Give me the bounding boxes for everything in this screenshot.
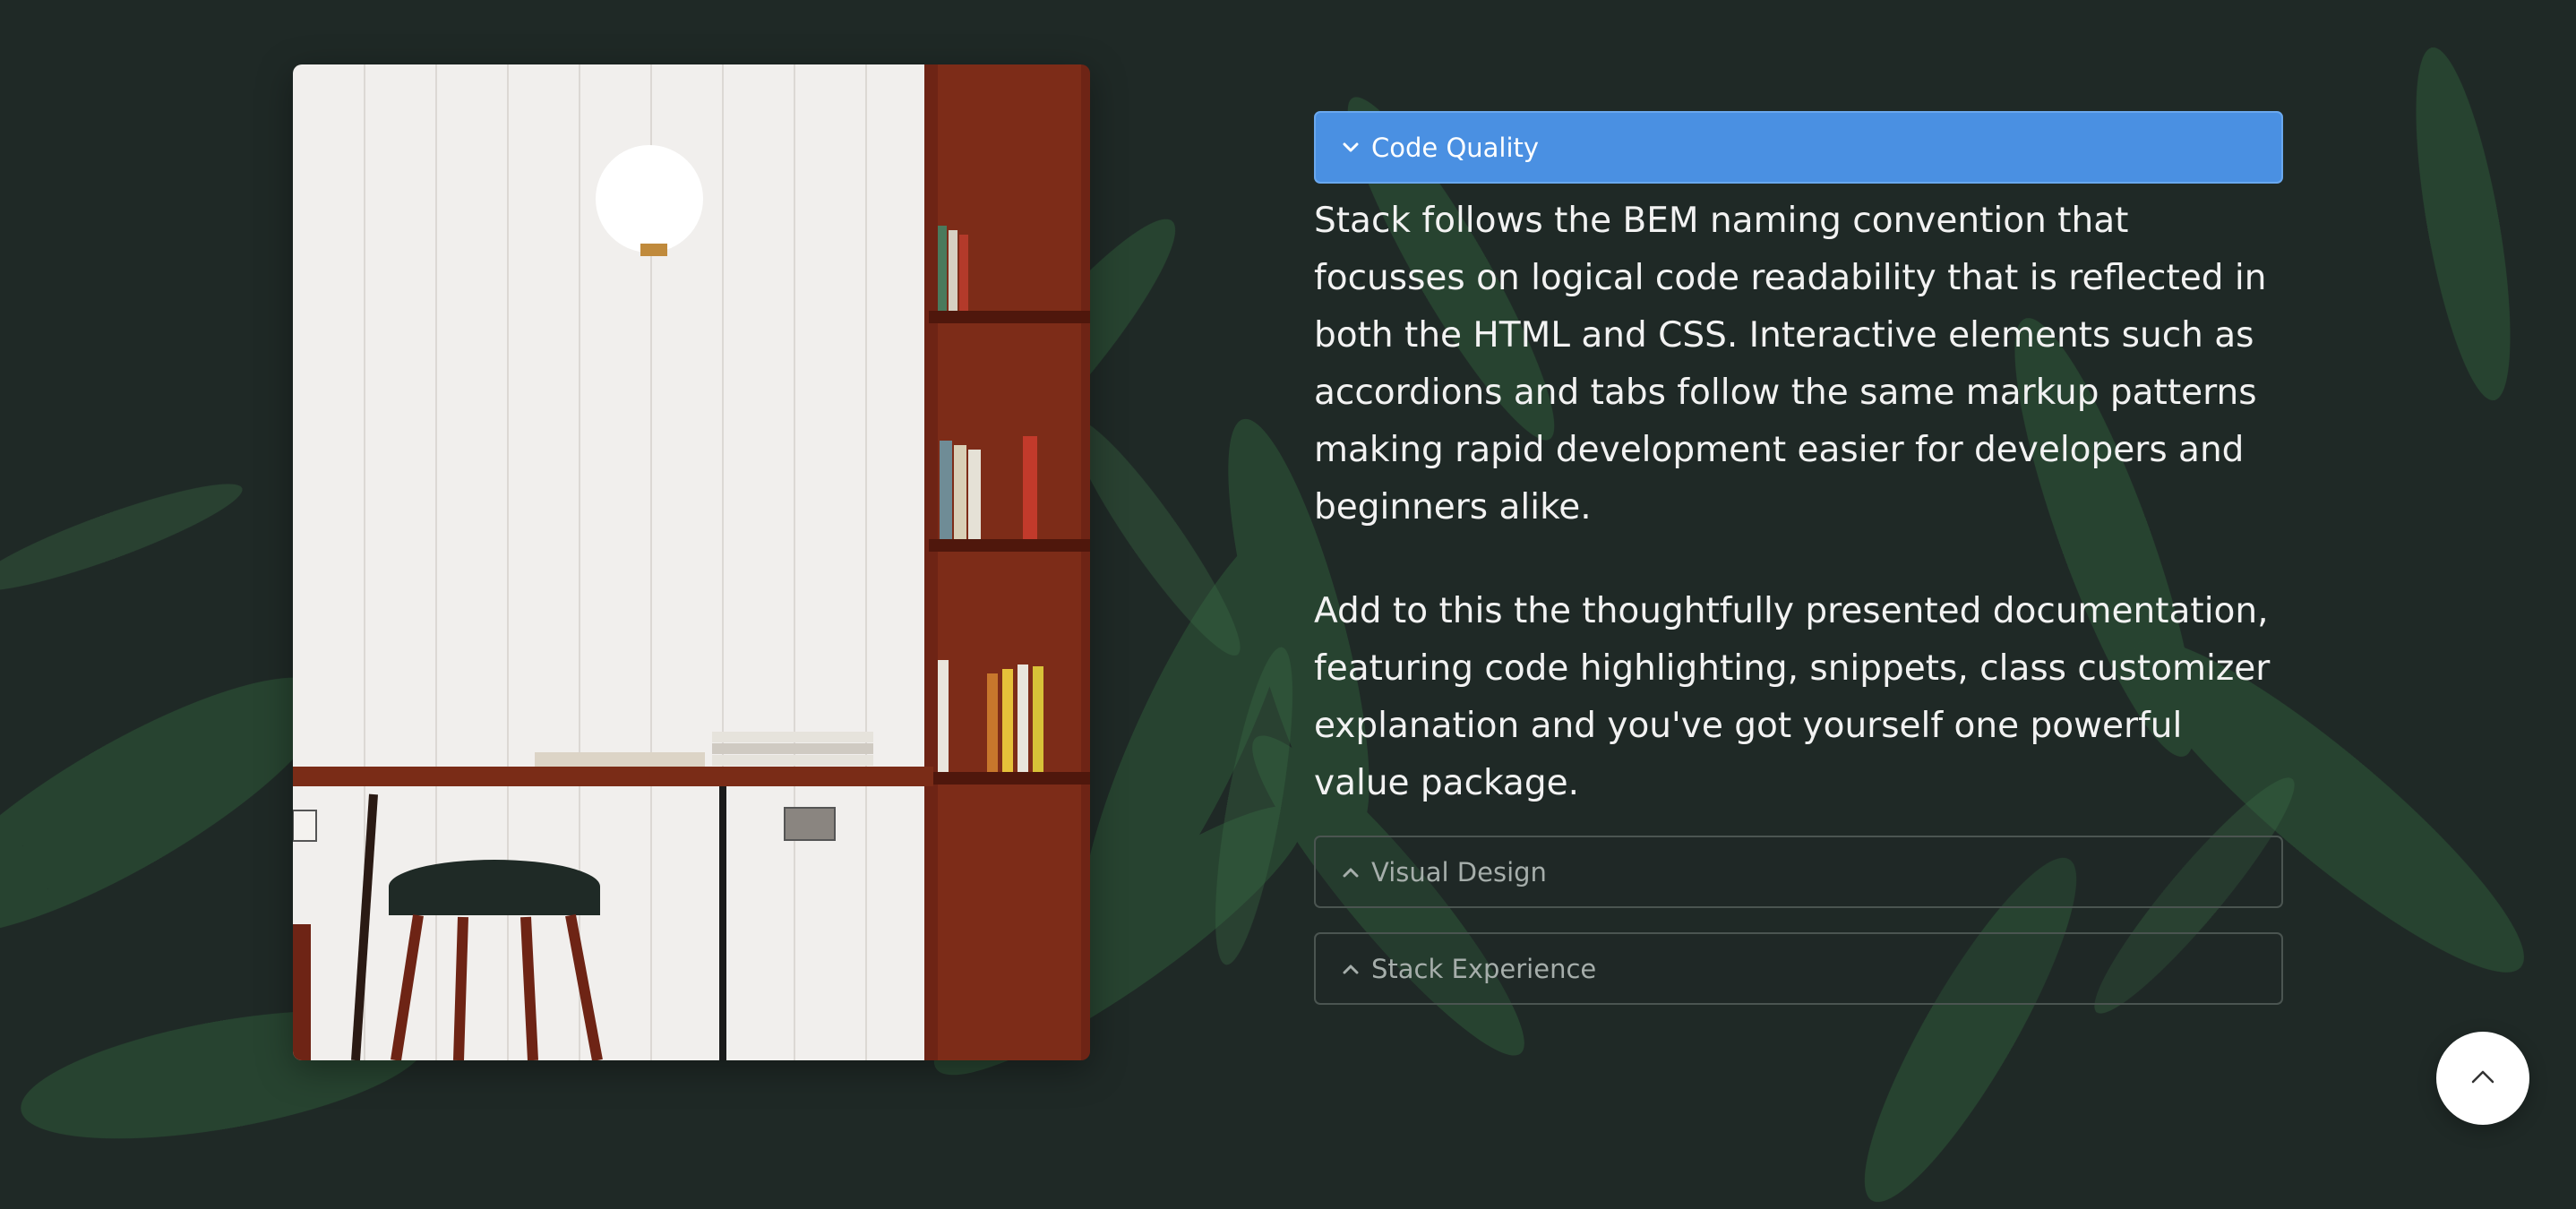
chevron-up-icon (1339, 861, 1362, 884)
back-to-top-button[interactable] (2436, 1032, 2529, 1125)
accordion-content-code-quality: Stack follows the BEM naming convention … (1314, 184, 2283, 830)
accordion: Code Quality Stack follows the BEM namin… (1314, 111, 2283, 1005)
paragraph: Add to this the thoughtfully presented d… (1314, 591, 2271, 803)
accordion-header-visual-design[interactable]: Visual Design (1314, 836, 2283, 908)
chevron-down-icon (1339, 136, 1362, 159)
accordion-title: Visual Design (1371, 856, 1547, 887)
paragraph: Stack follows the BEM naming convention … (1314, 201, 2267, 527)
accordion-header-code-quality[interactable]: Code Quality (1314, 111, 2283, 184)
chevron-up-icon (1339, 957, 1362, 981)
cafe-shelf-photo (293, 64, 1090, 1060)
accordion-header-stack-experience[interactable]: Stack Experience (1314, 932, 2283, 1005)
accordion-title: Stack Experience (1371, 953, 1597, 984)
accordion-title: Code Quality (1371, 132, 1540, 163)
chevron-up-icon (2470, 1068, 2495, 1088)
